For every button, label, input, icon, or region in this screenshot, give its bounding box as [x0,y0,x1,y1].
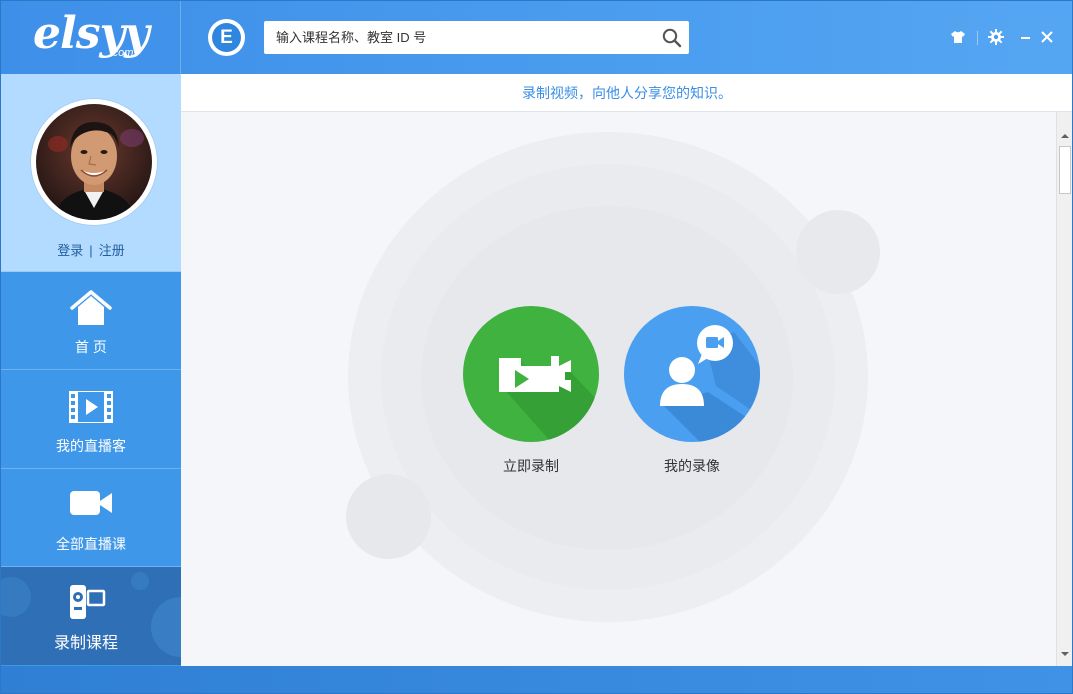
gear-icon[interactable] [987,28,1005,51]
sidebar-item-label: 首 页 [75,339,107,355]
avatar-frame[interactable] [31,99,157,225]
camcorder-icon [1,583,171,623]
app-logo-suffix: ·com [109,47,134,59]
title-bar: elsyy ·com E [1,1,1072,74]
scrollbar-thumb[interactable] [1059,146,1071,194]
decorative-circle [796,210,880,294]
scroll-up-arrow-icon[interactable] [1057,128,1072,144]
sidebar-item-all-live[interactable]: 全部直播课 [1,469,181,567]
e-badge-icon[interactable]: E [208,19,245,56]
close-icon[interactable] [1039,29,1055,50]
record-now-label[interactable]: 立即录制 [463,456,599,476]
login-link[interactable]: 登录 [57,243,83,258]
user-video-bubble-icon [660,325,760,442]
app-window: elsyy ·com E 输入课程名称、教室 ID 号 登录 | 注册 首 页 … [0,0,1073,694]
sidebar-item-label: 全部直播课 [56,536,126,552]
my-recordings-label[interactable]: 我的录像 [624,456,760,476]
home-icon [1,290,181,330]
sidebar-item-record-course[interactable]: 录制课程 [1,567,196,665]
sidebar-item-home[interactable]: 首 页 [1,272,181,370]
main-panel: 录制视频，向他人分享您的知识。 立即录制 我的录像 [181,74,1072,666]
minimize-icon[interactable] [1019,27,1033,52]
auth-separator: | [89,243,93,258]
search-icon[interactable] [661,27,683,49]
avatar[interactable] [36,104,152,220]
record-now-button[interactable] [463,306,599,442]
e-badge-letter: E [212,23,241,52]
register-link[interactable]: 注册 [99,243,125,258]
auth-links: 登录 | 注册 [1,240,181,259]
camcorder-record-icon [499,356,599,442]
window-controls-divider [977,31,978,45]
sidebar: 登录 | 注册 首 页 我的直播客 全部直播课 录制课程 [1,74,196,666]
film-play-icon [1,389,181,429]
sidebar-item-label: 录制课程 [53,635,118,652]
status-bar [1,666,1072,693]
sidebar-item-label: 我的直播客 [56,438,126,454]
video-camera-icon [1,487,181,527]
scroll-down-arrow-icon[interactable] [1057,646,1072,662]
decorative-circle [346,474,431,559]
my-recordings-button[interactable] [624,306,760,442]
sidebar-item-my-live[interactable]: 我的直播客 [1,371,181,469]
record-stage: 立即录制 我的录像 [181,112,1056,666]
vertical-scrollbar[interactable] [1056,112,1072,666]
page-banner: 录制视频，向他人分享您的知识。 [181,74,1072,112]
profile-panel: 登录 | 注册 [1,74,181,272]
logo-area: elsyy ·com [1,1,181,74]
tshirt-skin-icon[interactable] [950,29,966,50]
search-input[interactable] [264,21,654,54]
search-box [264,21,689,54]
